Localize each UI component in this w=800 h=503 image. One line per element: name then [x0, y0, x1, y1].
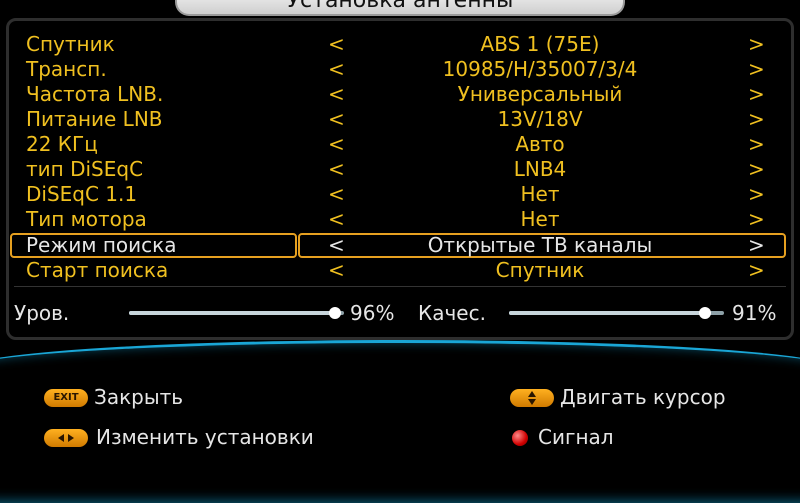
- setting-row-lnb-frequency[interactable]: Частота LNB. < Универсальный >: [10, 82, 780, 107]
- next-option-arrow[interactable]: >: [748, 82, 765, 107]
- setting-value[interactable]: Авто: [340, 132, 740, 157]
- setting-row-diseqc-1-1[interactable]: DiSEqC 1.1 < Нет >: [10, 182, 780, 207]
- help-footer: EXIT Закрыть Двигать курсор Изменить уст…: [0, 340, 800, 450]
- next-option-arrow[interactable]: >: [748, 157, 765, 182]
- setting-value[interactable]: 10985/H/35007/3/4: [340, 57, 740, 82]
- setting-value[interactable]: Открытые ТВ каналы: [340, 233, 740, 258]
- next-option-arrow[interactable]: >: [748, 207, 765, 232]
- next-option-arrow[interactable]: >: [748, 233, 765, 258]
- exit-button-icon: EXIT: [44, 389, 88, 407]
- setting-value[interactable]: LNB4: [340, 157, 740, 182]
- next-option-arrow[interactable]: >: [748, 107, 765, 132]
- setting-row-search-mode[interactable]: Режим поиска < Открытые ТВ каналы >: [10, 233, 780, 258]
- setting-label: 22 КГц: [26, 132, 98, 156]
- red-button-icon: [512, 430, 528, 446]
- quality-bar-knob: [698, 307, 711, 319]
- setting-row-motor-type[interactable]: Тип мотора < Нет >: [10, 207, 780, 232]
- setting-value[interactable]: Спутник: [340, 258, 740, 283]
- setting-value[interactable]: Универсальный: [340, 82, 740, 107]
- level-value: 96%: [350, 301, 395, 325]
- footer-border-arc: [0, 340, 800, 503]
- setting-label: Питание LNB: [26, 107, 163, 131]
- up-down-button-icon: [510, 389, 554, 407]
- quality-bar: [509, 307, 724, 319]
- hint-signal: Сигнал: [538, 425, 614, 449]
- setting-value[interactable]: Нет: [340, 207, 740, 232]
- next-option-arrow[interactable]: >: [748, 132, 765, 157]
- signal-meter-row: Уров. 96% Качес. 91%: [14, 298, 790, 328]
- divider: [14, 286, 786, 287]
- setting-value[interactable]: ABS 1 (75E): [340, 32, 740, 57]
- next-option-arrow[interactable]: >: [748, 258, 765, 283]
- setting-value[interactable]: 13V/18V: [340, 107, 740, 132]
- hint-change-settings: Изменить установки: [96, 425, 314, 449]
- quality-label: Качес.: [418, 301, 486, 325]
- setting-label: Спутник: [26, 32, 115, 56]
- setting-label: Частота LNB.: [26, 82, 164, 106]
- setting-row-lnb-power[interactable]: Питание LNB < 13V/18V >: [10, 107, 780, 132]
- level-bar-fill: [129, 311, 336, 315]
- quality-bar-fill: [509, 311, 705, 315]
- setting-label: Старт поиска: [26, 258, 169, 282]
- level-bar-knob: [329, 307, 342, 319]
- setting-row-22khz[interactable]: 22 КГц < Авто >: [10, 132, 780, 157]
- window-title-tab: Установка антенны: [175, 0, 625, 16]
- setting-label: тип DiSEqC: [26, 157, 144, 181]
- next-option-arrow[interactable]: >: [748, 57, 765, 82]
- hint-close: Закрыть: [94, 385, 184, 409]
- setting-row-diseqc-type[interactable]: тип DiSEqC < LNB4 >: [10, 157, 780, 182]
- setting-label: Трансп.: [26, 57, 107, 81]
- window-title: Установка антенны: [286, 0, 514, 13]
- level-bar: [129, 307, 344, 319]
- next-option-arrow[interactable]: >: [748, 182, 765, 207]
- left-right-button-icon: [44, 429, 88, 447]
- level-label: Уров.: [14, 301, 70, 325]
- next-option-arrow[interactable]: >: [748, 32, 765, 57]
- setting-label: Режим поиска: [26, 233, 177, 257]
- setting-row-satellite[interactable]: Спутник < ABS 1 (75E) >: [10, 32, 780, 57]
- setting-label: DiSEqC 1.1: [26, 182, 138, 206]
- setting-label: Тип мотора: [26, 207, 147, 231]
- setting-value[interactable]: Нет: [340, 182, 740, 207]
- hint-move-cursor: Двигать курсор: [560, 385, 726, 409]
- setting-row-transponder[interactable]: Трансп. < 10985/H/35007/3/4 >: [10, 57, 780, 82]
- setting-row-start-search[interactable]: Старт поиска < Спутник >: [10, 258, 780, 283]
- quality-value: 91%: [732, 301, 777, 325]
